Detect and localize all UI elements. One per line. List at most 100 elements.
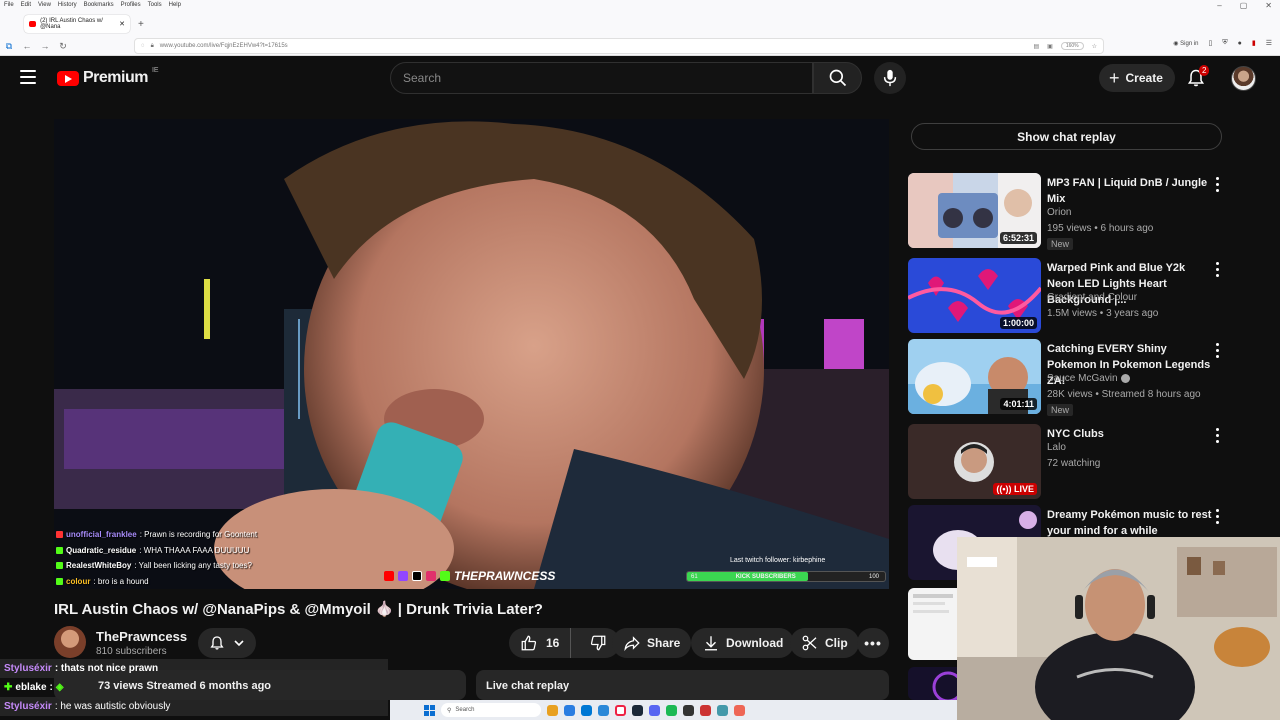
- video-thumbnail[interactable]: [908, 588, 957, 660]
- video-thumbnail[interactable]: [908, 667, 957, 700]
- tab-close-icon[interactable]: ✕: [119, 20, 125, 28]
- download-button[interactable]: Download: [691, 628, 795, 658]
- recommended-title[interactable]: NYC Clubs: [1047, 426, 1213, 442]
- sign-in-button[interactable]: ◉ Sign in: [1173, 40, 1198, 47]
- thumbs-up-icon: [521, 635, 537, 651]
- close-window-icon[interactable]: ✕: [1265, 1, 1272, 10]
- clip-button[interactable]: Clip: [790, 628, 859, 658]
- menu-view[interactable]: View: [38, 2, 51, 10]
- notifications-button[interactable]: 2: [1186, 65, 1210, 90]
- channel-name[interactable]: ThePrawncess: [96, 629, 187, 644]
- more-vert-icon[interactable]: [1216, 177, 1220, 192]
- shield-extension-icon[interactable]: ⛨: [1222, 39, 1227, 47]
- kick-icon: [440, 571, 450, 581]
- recommended-stats: 28K views • Streamed 8 hours ago: [1047, 389, 1201, 400]
- more-vert-icon[interactable]: [1216, 262, 1220, 277]
- show-chat-replay-button[interactable]: Show chat replay: [911, 123, 1222, 150]
- more-vert-icon[interactable]: [1216, 343, 1220, 358]
- windows-start-icon[interactable]: [424, 704, 435, 716]
- more-actions-button[interactable]: •••: [857, 628, 889, 658]
- live-chat-replay-panel[interactable]: Live chat replay: [476, 670, 889, 700]
- account-avatar[interactable]: [1231, 66, 1256, 91]
- mail-icon[interactable]: [598, 704, 609, 716]
- store-icon[interactable]: [581, 704, 592, 716]
- stream-chat-overlay: unofficial_franklee: Prawn is recording …: [56, 527, 257, 589]
- recommended-video[interactable]: 4:01:11 Catching EVERY Shiny Pokemon In …: [908, 339, 1228, 416]
- app-icon[interactable]: [700, 704, 711, 716]
- menu-profiles[interactable]: Profiles: [121, 2, 141, 10]
- discord-icon[interactable]: [649, 704, 660, 716]
- menu-tools[interactable]: Tools: [148, 2, 162, 10]
- recommended-video[interactable]: 1:00:00 Warped Pink and Blue Y2k Neon LE…: [908, 258, 1228, 334]
- pip-icon[interactable]: ▣: [1047, 43, 1053, 50]
- recommended-title[interactable]: Dreamy Pokémon music to rest your mind f…: [1047, 507, 1213, 539]
- youtube-premium-logo[interactable]: Premium IE: [57, 67, 159, 87]
- menu-help[interactable]: Help: [169, 2, 181, 10]
- minimize-icon[interactable]: –: [1217, 1, 1221, 10]
- recommended-channel[interactable]: Gradient and Colour: [1047, 292, 1137, 303]
- overlay-chat-line: RealestWhiteBoy: Yall been licking any t…: [56, 558, 257, 574]
- video-thumbnail[interactable]: 1:00:00: [908, 258, 1041, 333]
- sidebar-toggle-icon[interactable]: ⧉: [0, 41, 18, 52]
- search-input[interactable]: [403, 71, 812, 85]
- back-icon[interactable]: ←: [18, 41, 36, 51]
- more-vert-icon[interactable]: [1216, 509, 1220, 524]
- recommended-channel[interactable]: Orion: [1047, 207, 1071, 218]
- recommended-channel[interactable]: Sauce McGavin: [1047, 373, 1130, 384]
- video-player[interactable]: unofficial_franklee: Prawn is recording …: [54, 119, 889, 589]
- more-vert-icon[interactable]: [1216, 428, 1220, 443]
- guide-menu-icon[interactable]: [20, 70, 36, 84]
- menu-history[interactable]: History: [58, 2, 77, 10]
- voice-search-button[interactable]: [874, 62, 906, 94]
- like-button[interactable]: 16: [509, 628, 572, 658]
- ublock-icon[interactable]: ●: [1238, 40, 1242, 47]
- firefox-icon[interactable]: [734, 704, 745, 716]
- youtube-favicon-icon: [29, 21, 37, 27]
- recommended-video[interactable]: ((•)) LIVE NYC Clubs Lalo 72 watching: [908, 424, 1228, 500]
- zoom-level[interactable]: 160%: [1060, 42, 1084, 50]
- share-button[interactable]: Share: [612, 628, 692, 658]
- new-tab-icon[interactable]: +: [138, 19, 144, 30]
- extension-icon[interactable]: ▯: [1209, 39, 1213, 47]
- streamer-chat-overlay: Styluséxir: thats not nice prawn ✚ eblake…: [0, 659, 388, 716]
- file-explorer-icon[interactable]: [547, 704, 558, 716]
- opera-icon[interactable]: [615, 704, 626, 716]
- spotify-icon[interactable]: [666, 704, 677, 716]
- search-button[interactable]: [813, 62, 862, 94]
- url-text[interactable]: www.youtube.com/live/FqjnEzEHVw4?t=17615…: [160, 43, 288, 49]
- flag-extension-icon[interactable]: ▮: [1252, 39, 1256, 47]
- edge-icon[interactable]: [564, 704, 575, 716]
- recommended-video[interactable]: 6:52:31 MP3 FAN | Liquid DnB / Jungle Mi…: [908, 173, 1228, 250]
- maximize-icon[interactable]: ▢: [1240, 1, 1248, 10]
- video-thumbnail[interactable]: 4:01:11: [908, 339, 1041, 414]
- steam-icon[interactable]: [632, 704, 643, 716]
- search-box[interactable]: [390, 62, 813, 94]
- menu-edit[interactable]: Edit: [21, 2, 31, 10]
- stream-brand-bar: THEPRAWNCESS: [384, 569, 555, 583]
- bookmark-star-icon[interactable]: ☆: [1092, 43, 1097, 50]
- recommended-stats: 1.5M views • 3 years ago: [1047, 308, 1159, 319]
- lock-icon[interactable]: 🔒︎: [151, 43, 154, 50]
- app-menu-icon[interactable]: ☰: [1266, 39, 1272, 47]
- video-thumbnail[interactable]: 6:52:31: [908, 173, 1041, 248]
- forward-icon[interactable]: →: [36, 41, 54, 51]
- reader-icon[interactable]: ▤: [1033, 43, 1039, 50]
- browser-tab[interactable]: (2) IRL Austin Chaos w/ @Nana ✕: [24, 15, 130, 33]
- taskbar-search[interactable]: ⚲ Search: [441, 703, 541, 717]
- app-icon[interactable]: [717, 704, 728, 716]
- menu-file[interactable]: File: [4, 2, 14, 10]
- chevron-down-icon: [234, 640, 244, 647]
- obs-icon[interactable]: [683, 704, 694, 716]
- recommended-title[interactable]: MP3 FAN | Liquid DnB / Jungle Mix: [1047, 175, 1213, 207]
- menu-bookmarks[interactable]: Bookmarks: [84, 2, 114, 10]
- shield-icon[interactable]: ◌: [141, 43, 145, 49]
- reload-icon[interactable]: ↻: [54, 41, 72, 52]
- subscription-notification-button[interactable]: [198, 628, 256, 658]
- channel-avatar[interactable]: [54, 626, 86, 658]
- recommended-channel[interactable]: Lalo: [1047, 442, 1066, 453]
- create-button[interactable]: + Create: [1099, 64, 1175, 92]
- url-bar[interactable]: ◌ 🔒︎ www.youtube.com/live/FqjnEzEHVw4?t=…: [134, 38, 1104, 54]
- overlay-chat-msg: : Prawn is recording for Goontent: [139, 530, 258, 539]
- bell-icon: [210, 636, 224, 650]
- video-thumbnail[interactable]: ((•)) LIVE: [908, 424, 1041, 499]
